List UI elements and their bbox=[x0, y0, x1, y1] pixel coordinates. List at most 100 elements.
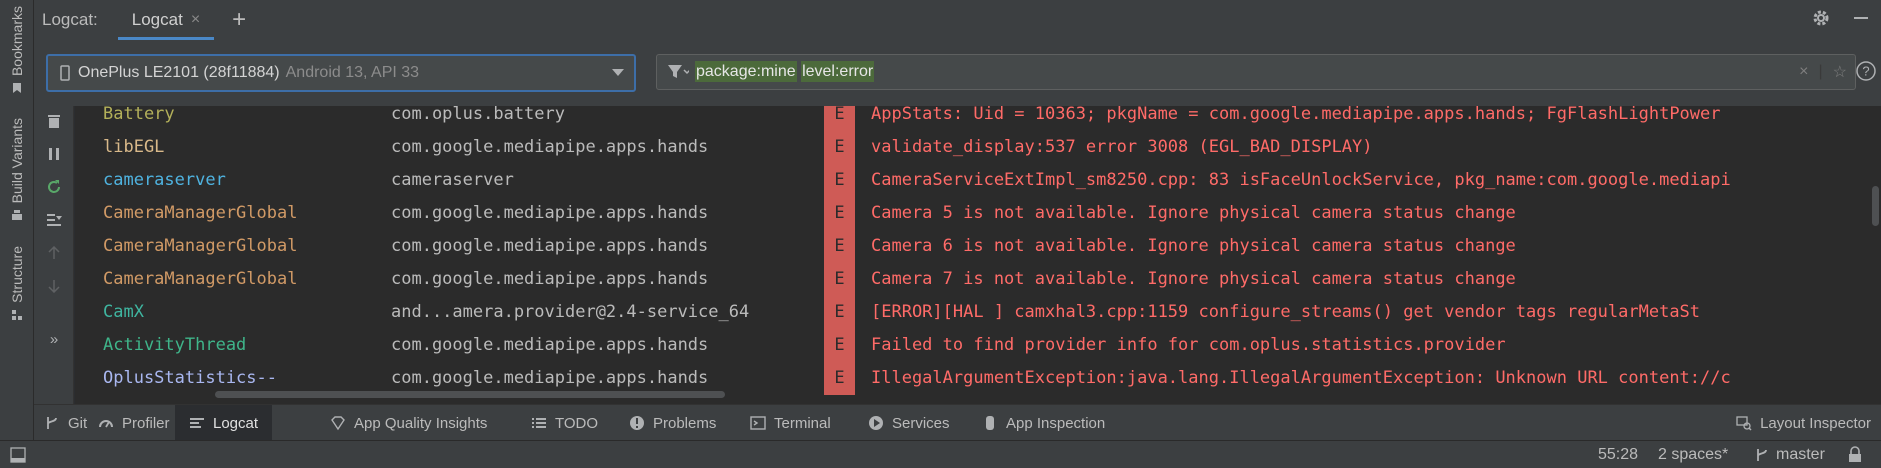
log-level-badge: E bbox=[824, 362, 855, 395]
vertical-scrollbar[interactable] bbox=[1872, 186, 1879, 226]
log-message: validate_display:537 error 3008 (EGL_BAD… bbox=[871, 137, 1373, 157]
tool-git[interactable]: Git bbox=[44, 405, 87, 441]
bookmarks-side-tab[interactable]: Bookmarks bbox=[0, 6, 34, 94]
logcat-header: Logcat: Logcat × + bbox=[34, 0, 1881, 40]
log-package: com.google.mediapipe.apps.hands bbox=[391, 335, 709, 355]
pause-icon bbox=[49, 148, 59, 160]
lock-icon[interactable] bbox=[1846, 446, 1864, 464]
next-occurrence-button[interactable] bbox=[34, 275, 74, 297]
logcat-icon bbox=[190, 418, 204, 428]
problems-icon bbox=[630, 416, 644, 430]
cursor-position[interactable]: 55:28 bbox=[1598, 446, 1638, 464]
left-tool-stripe: Bookmarks Build Variants Structure bbox=[0, 0, 34, 440]
device-selector[interactable]: OnePlus LE2101 (28f11884) Android 13, AP… bbox=[46, 54, 636, 92]
tool-app-quality-insights[interactable]: App Quality Insights bbox=[330, 405, 487, 441]
tool-profiler[interactable]: Profiler bbox=[98, 405, 170, 441]
log-table[interactable]: Battery com.oplus.battery E AppStats: Uid =… bbox=[75, 106, 1881, 404]
tool-services[interactable]: Services bbox=[868, 405, 950, 441]
tool-problems[interactable]: Problems bbox=[629, 405, 716, 441]
log-package: com.google.mediapipe.apps.hands bbox=[391, 137, 709, 157]
more-actions-button[interactable]: » bbox=[34, 328, 74, 350]
git-branch-icon bbox=[1757, 449, 1767, 461]
scroll-to-end-button[interactable] bbox=[34, 209, 74, 231]
gear-icon[interactable] bbox=[1811, 8, 1831, 28]
git-branch-icon bbox=[47, 417, 57, 429]
structure-icon bbox=[12, 309, 22, 320]
structure-side-tab[interactable]: Structure bbox=[0, 246, 34, 321]
status-bar: 55:28 2 spaces* master bbox=[0, 440, 1881, 468]
restart-button[interactable] bbox=[34, 176, 74, 198]
log-package: cameraserver bbox=[391, 170, 514, 190]
log-row[interactable]: CameraManagerGlobal com.google.mediapipe.… bbox=[75, 230, 1881, 263]
filter-term-package: package:mine bbox=[695, 61, 797, 82]
log-message: [ERROR][HAL ] camxhal3.cpp:1159 configur… bbox=[871, 302, 1701, 322]
filter-query: package:mine level:error bbox=[695, 61, 875, 82]
trash-icon bbox=[48, 115, 60, 128]
log-level-badge: E bbox=[824, 263, 855, 296]
star-icon[interactable]: ☆ bbox=[1833, 62, 1847, 82]
clear-logcat-button[interactable] bbox=[34, 110, 74, 132]
log-row[interactable]: cameraserver cameraserver E CameraServiceEx… bbox=[75, 164, 1881, 197]
log-row[interactable]: CameraManagerGlobal com.google.mediapipe.… bbox=[75, 197, 1881, 230]
pause-button[interactable] bbox=[34, 143, 74, 165]
build-variants-icon bbox=[12, 210, 22, 221]
filter-icon[interactable] bbox=[667, 64, 689, 80]
log-level-badge: E bbox=[824, 106, 855, 131]
log-message: Camera 6 is not available. Ignore physic… bbox=[871, 236, 1516, 256]
log-row[interactable]: ActivityThread com.google.mediapipe.apps.… bbox=[75, 329, 1881, 362]
tool-terminal-label: Terminal bbox=[774, 414, 831, 432]
log-level-badge: E bbox=[824, 197, 855, 230]
bookmarks-label: Bookmarks bbox=[9, 6, 25, 77]
tool-terminal[interactable]: Terminal bbox=[750, 405, 831, 441]
filter-input[interactable]: package:mine level:error × | ☆ bbox=[656, 54, 1856, 90]
indent-setting[interactable]: 2 spaces* bbox=[1658, 446, 1728, 464]
tool-logcat-label: Logcat bbox=[213, 414, 259, 432]
logcat-actions: » bbox=[34, 106, 74, 404]
log-package: com.google.mediapipe.apps.hands bbox=[391, 203, 709, 223]
log-message: AppStats: Uid = 10363; pkgName = com.goo… bbox=[871, 106, 1721, 124]
tool-app-inspection-label: App Inspection bbox=[1006, 414, 1106, 432]
log-row[interactable]: Battery com.oplus.battery E AppStats: Uid =… bbox=[75, 106, 1881, 131]
horizontal-scrollbar[interactable] bbox=[215, 391, 725, 398]
log-package: com.oplus.battery bbox=[391, 106, 565, 124]
log-row[interactable]: CameraManagerGlobal com.google.mediapipe.… bbox=[75, 263, 1881, 296]
log-tag: Battery bbox=[103, 106, 175, 124]
app-inspection-icon bbox=[986, 416, 994, 430]
log-tag: CameraManagerGlobal bbox=[103, 269, 298, 289]
phone-icon bbox=[60, 65, 70, 81]
log-message: IllegalArgumentException:java.lang.Illeg… bbox=[871, 368, 1731, 388]
device-name: OnePlus LE2101 (28f11884) bbox=[78, 64, 280, 81]
clear-filter-icon[interactable]: × bbox=[1799, 63, 1808, 81]
help-icon[interactable]: ? bbox=[1855, 60, 1877, 82]
git-branch[interactable]: master bbox=[1776, 446, 1825, 464]
add-tab-button[interactable]: + bbox=[232, 8, 246, 32]
tab-close-icon[interactable]: × bbox=[191, 11, 200, 29]
log-level-badge: E bbox=[824, 230, 855, 263]
build-variants-label: Build Variants bbox=[9, 118, 25, 204]
scroll-to-end-icon bbox=[47, 214, 62, 226]
tool-app-inspection[interactable]: App Inspection bbox=[982, 405, 1105, 441]
log-level-badge: E bbox=[824, 131, 855, 164]
build-variants-side-tab[interactable]: Build Variants bbox=[0, 118, 34, 221]
tool-windows-toggle-icon[interactable] bbox=[10, 447, 26, 463]
tool-problems-label: Problems bbox=[653, 414, 717, 432]
log-message: Camera 5 is not available. Ignore physic… bbox=[871, 203, 1516, 223]
log-row[interactable]: libEGL com.google.mediapipe.apps.hands Eva… bbox=[75, 131, 1881, 164]
chevron-down-icon[interactable] bbox=[612, 69, 624, 77]
log-package: and...amera.provider@2.4-service_64 bbox=[391, 302, 750, 322]
log-tag: cameraserver bbox=[103, 170, 226, 190]
previous-occurrence-button[interactable] bbox=[34, 242, 74, 264]
structure-label: Structure bbox=[9, 246, 25, 303]
log-level-badge: E bbox=[824, 296, 855, 329]
tool-logcat[interactable]: Logcat bbox=[175, 405, 273, 441]
log-tag: CamX bbox=[103, 302, 144, 322]
bookmark-icon bbox=[13, 83, 21, 94]
log-row[interactable]: CamX and...amera.provider@2.4-service_64 E… bbox=[75, 296, 1881, 329]
tool-layout-inspector[interactable]: Layout Inspector bbox=[1736, 405, 1871, 441]
restart-icon bbox=[48, 180, 60, 193]
device-api: Android 13, API 33 bbox=[285, 64, 420, 81]
tool-todo[interactable]: TODO bbox=[531, 405, 598, 441]
tab-logcat[interactable]: Logcat × bbox=[117, 0, 215, 40]
log-tag: libEGL bbox=[103, 137, 165, 157]
minimize-icon[interactable] bbox=[1853, 16, 1871, 20]
